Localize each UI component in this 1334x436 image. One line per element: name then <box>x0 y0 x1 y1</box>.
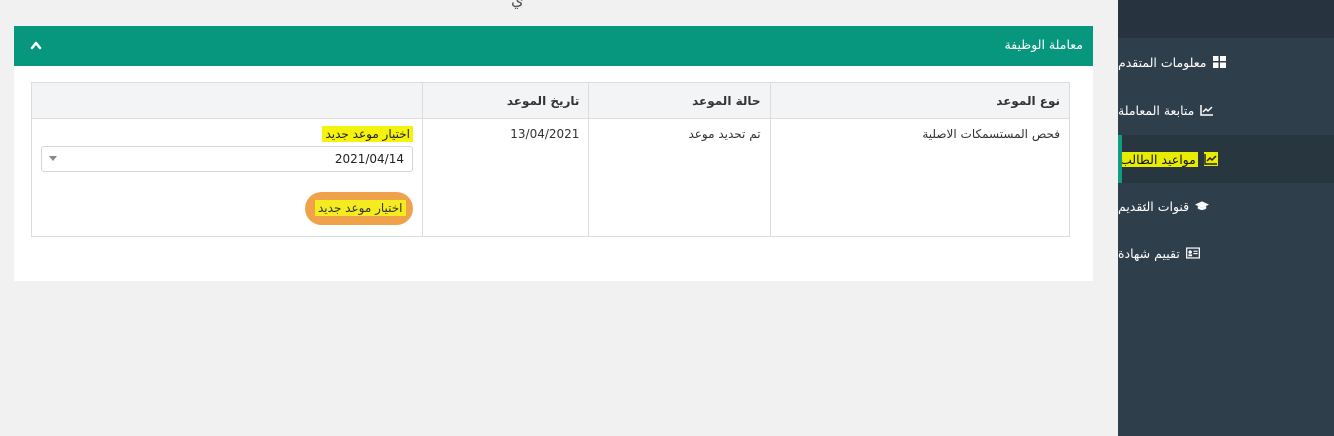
panel-body: نوع الموعد حالة الموعد تاريخ الموعد فحص … <box>14 66 1093 281</box>
choose-new-appointment-button-label: اختيار موعد جديد <box>315 200 406 216</box>
cell-appointment-date: 13/04/2021 <box>421 118 590 237</box>
sidebar-item-applicant-info[interactable]: معلومات المتقدم <box>1118 38 1334 86</box>
cell-appointment-status: تم تحديد موعد <box>588 118 771 237</box>
header-appointment-date: تاريخ الموعد <box>421 82 590 119</box>
header-appointment-status: حالة الموعد <box>588 82 771 119</box>
id-card-icon <box>1185 246 1200 260</box>
table-header-row: نوع الموعد حالة الموعد تاريخ الموعد <box>31 82 1071 119</box>
appointment-date-select-value: 2021/04/14 <box>334 152 404 166</box>
sidebar-item-label: تقييم شهادة <box>1118 245 1180 261</box>
cell-actions: اختيار موعد جديد 2021/04/14 اختيار موعد … <box>31 118 423 237</box>
chevron-up-icon[interactable] <box>30 39 42 51</box>
header-appointment-type: نوع الموعد <box>769 82 1071 119</box>
choose-new-appointment-button[interactable]: اختيار موعد جديد <box>305 192 413 225</box>
sidebar-item-certificate-evaluation[interactable]: تقييم شهادة <box>1118 229 1334 277</box>
sidebar-item-application-channels[interactable]: › قنوات التقديم <box>1118 182 1334 230</box>
sidebar: ^ معلومات المتقدم متابعة المعاملة مواعيد… <box>1118 0 1334 436</box>
chart-line-icon <box>1200 103 1214 117</box>
table-row: فحص المستسمكات الاصلية تم تحديد موعد 13/… <box>31 118 1071 237</box>
graduation-cap-icon <box>1195 199 1210 213</box>
sidebar-item-label: متابعة المعاملة <box>1118 102 1195 118</box>
page-title-fragment: ي <box>511 0 524 9</box>
dashboard-icon <box>1212 55 1226 69</box>
panel-header[interactable]: معاملة الوظيفة <box>14 26 1093 66</box>
sidebar-item-label: معلومات المتقدم <box>1118 54 1207 70</box>
dropdown-arrow-icon <box>49 156 57 161</box>
sidebar-item-transaction-tracking[interactable]: متابعة المعاملة <box>1118 86 1334 134</box>
panel-title: معاملة الوظيفة <box>1004 37 1083 52</box>
appointments-table: نوع الموعد حالة الموعد تاريخ الموعد فحص … <box>31 82 1071 237</box>
sidebar-item-student-appointments[interactable]: مواعيد الطالب <box>1118 135 1334 183</box>
chart-line-icon <box>1203 152 1218 166</box>
caret-up-icon: ^ <box>1290 0 1301 8</box>
active-indicator <box>1118 135 1122 183</box>
chevron-right-icon[interactable]: › <box>1142 199 1147 213</box>
sidebar-top: ^ <box>1118 0 1334 38</box>
header-actions <box>31 82 423 119</box>
sidebar-item-label: قنوات التقديم <box>1118 198 1190 214</box>
appointment-date-select[interactable]: 2021/04/14 <box>41 146 413 172</box>
choose-new-appointment-label: اختيار موعد جديد <box>322 126 413 142</box>
cell-appointment-type: فحص المستسمكات الاصلية <box>769 118 1071 237</box>
sidebar-item-label: مواعيد الطالب <box>1118 151 1198 167</box>
